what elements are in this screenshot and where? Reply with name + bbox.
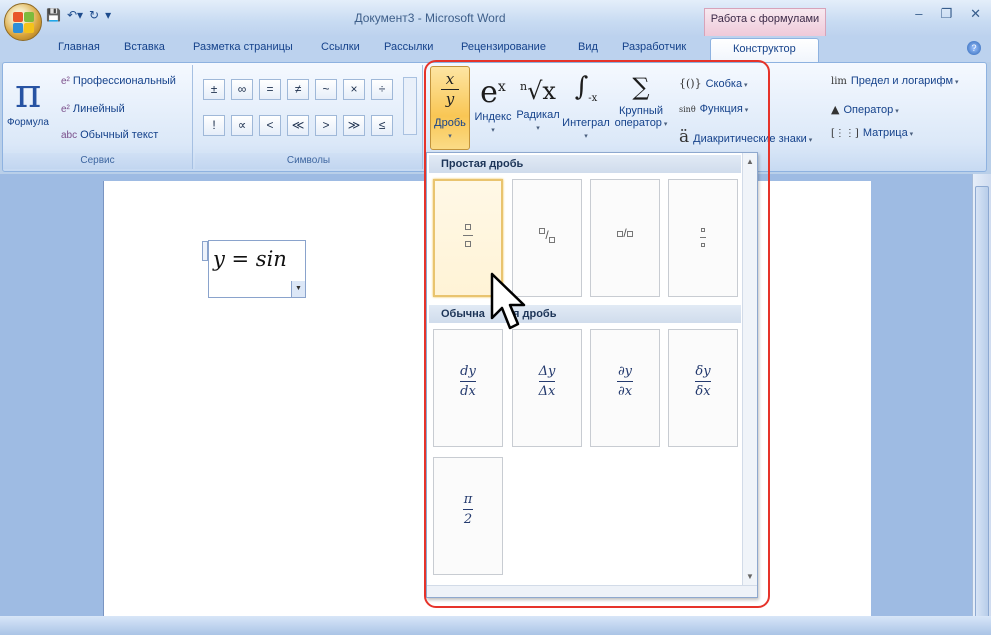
accent-icon: ä: [679, 127, 690, 147]
tab-review[interactable]: Рецензирование: [461, 41, 546, 53]
plain-text-button[interactable]: abc Обычный текст: [61, 129, 158, 141]
context-header: Работа с формулами: [704, 8, 826, 36]
symbol-infinity[interactable]: ∞: [231, 79, 253, 100]
vertical-scrollbar[interactable]: [972, 174, 991, 626]
window-controls: – ❐ ✕: [915, 6, 981, 22]
limit-log-button[interactable]: lim Предел и логарифм ▾: [831, 75, 959, 87]
symbol-tilde[interactable]: ~: [315, 79, 337, 100]
help-icon[interactable]: ?: [967, 41, 981, 55]
symbol-proportional[interactable]: ∝: [231, 115, 253, 136]
sum-icon: ∑: [632, 73, 650, 101]
small-fraction-icon: [669, 224, 737, 251]
operator-button[interactable]: ▲ Оператор ▾: [831, 103, 899, 116]
fraction-pi-over-2[interactable]: π2: [433, 457, 503, 575]
index-button[interactable]: ex Индекс ▾: [473, 69, 513, 135]
group-label-service: Сервис: [3, 153, 192, 169]
section-simple-fraction: Простая дробь: [429, 155, 741, 173]
scroll-up-icon[interactable]: ▲: [746, 157, 754, 166]
matrix-button[interactable]: [⋮⋮] Матрица ▾: [831, 127, 913, 139]
symbol-greater[interactable]: >: [315, 115, 337, 136]
large-operator-button[interactable]: ∑ Крупный оператор ▾: [613, 69, 669, 129]
bracket-icon: {()}: [679, 77, 702, 90]
group-symbols: ± ∞ = ≠ ~ × ÷ ! ∝ < ≪ > ≫ ≤ Символы: [195, 65, 423, 169]
symbol-divide[interactable]: ÷: [371, 79, 393, 100]
operator-icon: ▲: [831, 103, 840, 116]
index-icon: ex: [480, 75, 506, 110]
mouse-cursor-icon: [490, 272, 526, 330]
symbol-less-equal[interactable]: ≤: [371, 115, 393, 136]
minimize-button[interactable]: –: [915, 6, 922, 22]
maximize-button[interactable]: ❐: [940, 6, 952, 22]
scrollbar-thumb[interactable]: [975, 186, 989, 626]
gallery-scrollbar[interactable]: ▲ ▼: [742, 153, 757, 597]
function-icon: sinθ: [679, 105, 696, 114]
integral-icon: ∫-x: [574, 72, 598, 105]
equation-box[interactable]: y = sin ▼: [202, 240, 306, 298]
stacked-fraction-icon: [435, 221, 501, 250]
function-button[interactable]: sinθ Функция ▾: [679, 103, 748, 115]
symbol-much-less[interactable]: ≪: [287, 115, 309, 136]
accent-button[interactable]: ä Диакритические знаки ▾: [679, 127, 812, 147]
symbol-equals[interactable]: =: [259, 79, 281, 100]
fraction-small-delta[interactable]: δy δx: [668, 329, 738, 447]
tab-design[interactable]: Конструктор: [710, 38, 819, 62]
fraction-linear[interactable]: /: [590, 179, 660, 297]
ribbon-tabs: Главная Вставка Разметка страницы Ссылки…: [0, 36, 991, 62]
symbol-much-greater[interactable]: ≫: [343, 115, 365, 136]
symbol-times[interactable]: ×: [343, 79, 365, 100]
group-label-symbols: Символы: [195, 153, 422, 169]
symbols-gallery-scroll[interactable]: [403, 77, 417, 135]
group-service: π Формула e² Профессиональный e² Линейный …: [3, 65, 193, 169]
integral-button[interactable]: ∫-x Интеграл ▾: [561, 69, 611, 141]
title-bar: 💾 ↶▾ ↻ ▾ Документ3 - Microsoft Word Рабо…: [0, 0, 991, 41]
fraction-dropdown-icon: ▾: [448, 133, 452, 140]
professional-icon: e²: [61, 76, 70, 87]
linear-button[interactable]: e² Линейный: [61, 103, 125, 115]
limit-icon: lim: [831, 76, 847, 87]
tab-home[interactable]: Главная: [58, 41, 100, 53]
symbol-factorial[interactable]: !: [203, 115, 225, 136]
equation-text[interactable]: y = sin: [213, 247, 287, 271]
equation-handle[interactable]: [202, 241, 208, 261]
professional-button[interactable]: e² Профессиональный: [61, 75, 176, 87]
tab-references[interactable]: Ссылки: [321, 41, 360, 53]
tab-page-layout[interactable]: Разметка страницы: [193, 41, 293, 53]
linear-icon: e²: [61, 104, 70, 115]
tab-mailings[interactable]: Рассылки: [384, 41, 433, 53]
bracket-button[interactable]: {()} Скобка ▾: [679, 77, 748, 90]
plain-text-icon: abc: [61, 130, 78, 141]
fraction-button[interactable]: xy Дробь ▾: [430, 66, 470, 150]
fraction-partial-y-partial-x[interactable]: ∂y ∂x: [590, 329, 660, 447]
fraction-gallery: Простая дробь / / Обычна ая дробь dy dx Δy…: [426, 152, 758, 598]
equation-options-icon[interactable]: ▼: [291, 281, 305, 297]
tab-view[interactable]: Вид: [578, 41, 598, 53]
fraction-small[interactable]: [668, 179, 738, 297]
gallery-resize-grip[interactable]: [427, 585, 757, 597]
tab-developer[interactable]: Разработчик: [622, 41, 686, 53]
close-button[interactable]: ✕: [970, 6, 981, 22]
scroll-down-icon[interactable]: ▼: [746, 572, 754, 581]
formula-pi-icon[interactable]: π: [15, 71, 41, 117]
radical-icon: n√x: [520, 77, 556, 105]
radical-button[interactable]: n√x Радикал ▾: [515, 69, 561, 133]
office-button[interactable]: [4, 3, 42, 41]
symbol-plus-minus[interactable]: ±: [203, 79, 225, 100]
fraction-icon: xy: [431, 71, 469, 108]
linear-fraction-icon: /: [591, 226, 659, 240]
matrix-icon: [⋮⋮]: [831, 128, 859, 139]
formula-button[interactable]: Формула: [7, 117, 49, 128]
section-common-fraction: Обычна ая дробь: [429, 305, 741, 323]
office-logo-icon: [13, 12, 35, 34]
symbol-not-equal[interactable]: ≠: [287, 79, 309, 100]
symbol-less[interactable]: <: [259, 115, 281, 136]
fraction-label: Дробь: [434, 117, 466, 129]
tab-insert[interactable]: Вставка: [124, 41, 165, 53]
status-strip: [0, 616, 991, 635]
skewed-fraction-icon: /: [513, 226, 581, 245]
